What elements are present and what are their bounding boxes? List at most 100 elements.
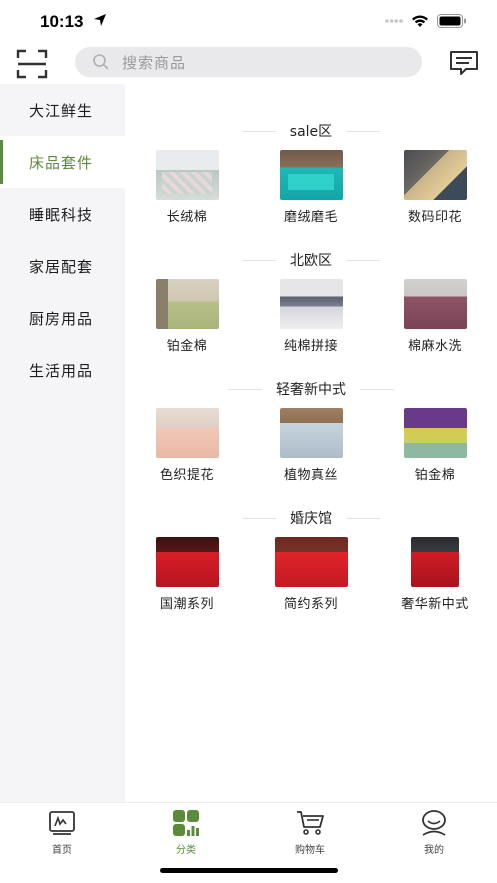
tab-label: 我的 <box>424 845 444 856</box>
sidebar-item-label: 床品套件 <box>29 153 94 172</box>
search-input[interactable]: 搜索商品 <box>75 47 422 77</box>
divider <box>360 388 394 390</box>
section-title: 婚庆馆 <box>125 506 497 530</box>
battery-icon <box>437 14 466 28</box>
sidebar-item-label: 大江鲜生 <box>29 101 94 120</box>
product-item[interactable]: 奢华新中式 <box>373 537 497 612</box>
cart-icon <box>297 811 324 835</box>
product-grid: 国潮系列 简约系列 奢华新中式 <box>125 537 497 612</box>
product-grid: 色织提花 植物真丝 铂金棉 <box>125 408 497 483</box>
section-title-text: 北欧区 <box>290 253 332 269</box>
sidebar-item-label: 厨房用品 <box>29 309 94 328</box>
tab-label: 首页 <box>52 845 72 856</box>
product-item[interactable]: 数码印花 <box>373 150 497 225</box>
sidebar-item-label: 家居配套 <box>29 257 94 276</box>
product-image <box>155 279 219 329</box>
product-image <box>403 150 467 200</box>
divider <box>346 130 381 132</box>
divider <box>228 388 262 390</box>
tab-label: 分类 <box>176 845 196 856</box>
product-name: 色织提花 <box>159 468 214 483</box>
product-item[interactable]: 国潮系列 <box>125 537 249 612</box>
home-chart-icon <box>49 811 75 835</box>
sidebar-item-kitchen[interactable]: 厨房用品 <box>0 292 125 344</box>
sidebar-item-home-accessories[interactable]: 家居配套 <box>0 240 125 292</box>
divider <box>346 517 380 519</box>
location-arrow-icon <box>94 14 106 26</box>
sidebar-item-sleep-tech[interactable]: 睡眠科技 <box>0 188 125 240</box>
product-name: 奢华新中式 <box>401 597 469 612</box>
product-item[interactable]: 铂金棉 <box>373 408 497 483</box>
section-title: sale区 <box>125 119 497 143</box>
section-wedding: 婚庆馆 国潮系列 简约系列 奢华新中式 <box>125 506 497 612</box>
product-name: 数码印花 <box>407 210 462 225</box>
message-icon[interactable] <box>449 49 479 77</box>
product-item[interactable]: 磨绒磨毛 <box>249 150 373 225</box>
product-image <box>403 279 467 329</box>
category-grid-icon <box>173 810 199 836</box>
product-item[interactable]: 铂金棉 <box>125 279 249 354</box>
product-name: 国潮系列 <box>159 597 214 612</box>
wifi-icon <box>412 15 428 27</box>
product-image <box>403 408 467 458</box>
sidebar-item-label: 睡眠科技 <box>29 205 94 224</box>
product-item[interactable]: 长绒棉 <box>125 150 249 225</box>
product-item[interactable]: 纯棉拼接 <box>249 279 373 354</box>
section-title: 北欧区 <box>125 248 497 272</box>
section-title: 轻奢新中式 <box>125 377 497 401</box>
product-image <box>155 408 219 458</box>
category-content: sale区 长绒棉 磨绒磨毛 数码印花 北欧区 铂金棉 纯棉拼接 棉麻水洗 轻奢… <box>125 84 497 802</box>
product-name: 棉麻水洗 <box>407 339 462 354</box>
section-title-text: 轻奢新中式 <box>276 382 346 398</box>
product-name: 长绒棉 <box>166 210 208 225</box>
section-light-luxury: 轻奢新中式 色织提花 植物真丝 铂金棉 <box>125 377 497 483</box>
product-image <box>279 150 343 200</box>
product-image <box>155 150 219 200</box>
section-sale: sale区 长绒棉 磨绒磨毛 数码印花 <box>125 119 497 225</box>
top-bar: 搜索商品 <box>0 44 497 84</box>
product-image <box>155 537 219 587</box>
divider <box>242 259 276 261</box>
status-bar: 10:13 <box>0 0 497 44</box>
category-sidebar: 大江鲜生 床品套件 睡眠科技 家居配套 厨房用品 生活用品 <box>0 84 125 802</box>
tab-category[interactable]: 分类 <box>124 809 248 856</box>
product-image <box>279 408 343 458</box>
tab-home[interactable]: 首页 <box>0 809 124 856</box>
product-item[interactable]: 植物真丝 <box>249 408 373 483</box>
section-title-text: 婚庆馆 <box>290 511 332 527</box>
product-name: 植物真丝 <box>283 468 338 483</box>
status-indicators <box>385 14 467 28</box>
sidebar-item-bedding-sets[interactable]: 床品套件 <box>0 136 125 188</box>
product-image <box>274 537 348 587</box>
profile-icon <box>422 810 446 836</box>
status-time: 10:13 <box>40 12 84 31</box>
product-image <box>411 537 459 587</box>
section-nordic: 北欧区 铂金棉 纯棉拼接 棉麻水洗 <box>125 248 497 354</box>
product-image <box>279 279 343 329</box>
product-name: 铂金棉 <box>414 468 456 483</box>
search-icon <box>93 54 109 70</box>
product-name: 纯棉拼接 <box>283 339 338 354</box>
product-name: 磨绒磨毛 <box>283 210 338 225</box>
sidebar-item-daily-life[interactable]: 生活用品 <box>0 344 125 396</box>
divider <box>346 259 380 261</box>
divider <box>242 517 276 519</box>
scan-icon[interactable] <box>16 49 48 79</box>
home-indicator[interactable] <box>160 868 338 873</box>
divider <box>241 130 276 132</box>
product-grid: 铂金棉 纯棉拼接 棉麻水洗 <box>125 279 497 354</box>
tab-cart[interactable]: 购物车 <box>248 809 372 856</box>
signal-dots-icon <box>385 19 403 23</box>
sidebar-item-dajiang-fresh[interactable]: 大江鲜生 <box>0 84 125 136</box>
sidebar-item-label: 生活用品 <box>29 361 94 380</box>
product-name: 简约系列 <box>283 597 338 612</box>
search-placeholder: 搜索商品 <box>122 53 187 72</box>
product-name: 铂金棉 <box>166 339 208 354</box>
product-item[interactable]: 色织提花 <box>125 408 249 483</box>
section-title-text: sale区 <box>289 124 333 140</box>
tab-profile[interactable]: 我的 <box>372 809 496 856</box>
tab-label: 购物车 <box>295 845 325 856</box>
product-item[interactable]: 简约系列 <box>249 537 373 612</box>
product-item[interactable]: 棉麻水洗 <box>373 279 497 354</box>
product-grid: 长绒棉 磨绒磨毛 数码印花 <box>125 150 497 225</box>
